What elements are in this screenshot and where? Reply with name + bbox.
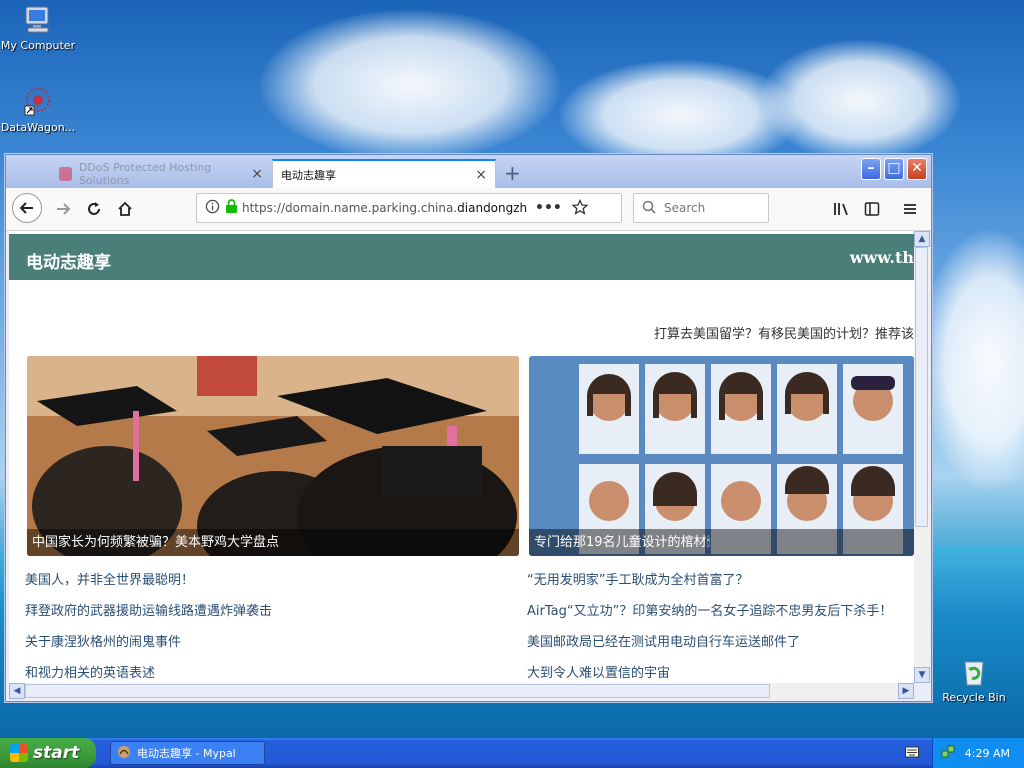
minimize-button[interactable]: – xyxy=(861,158,881,180)
article-list-right: “无用发明家”手工耿成为全村首富了？ AirTag“又立功”？印第安纳的一名女子… xyxy=(527,569,892,683)
library-button[interactable] xyxy=(828,195,856,223)
article-list-left: 美国人，并非全世界最聪明！ 拜登政府的武器援助运输线路遭遇炸弹袭击 关于康涅狄格… xyxy=(25,569,272,683)
forward-arrow-icon xyxy=(57,203,71,215)
article-link[interactable]: “无用发明家”手工耿成为全村首富了？ xyxy=(527,569,892,600)
lock-icon xyxy=(225,199,238,217)
computer-icon xyxy=(22,4,54,36)
tab-label: 电动志趣享 xyxy=(281,168,336,182)
article-link[interactable]: 大到令人难以置信的宇宙 xyxy=(527,662,892,683)
vertical-scrollbar[interactable]: ▲ ▼ xyxy=(914,231,930,683)
windows-logo-icon xyxy=(10,744,28,762)
article-link[interactable]: 美国邮政局已经在测试用电动自行车运送邮件了 xyxy=(527,631,892,662)
network-icon[interactable] xyxy=(941,745,955,762)
info-icon[interactable] xyxy=(205,199,220,217)
browser-window: DDoS Protected Hosting Solutions × 电动志趣享… xyxy=(5,154,932,702)
reload-button[interactable] xyxy=(80,195,108,223)
close-window-button[interactable]: ✕ xyxy=(907,158,927,180)
scroll-right-arrow[interactable]: ▶ xyxy=(898,683,914,699)
datawagon-shortcut-icon xyxy=(22,86,54,118)
desktop-icon-datawagon[interactable]: DataWagon... xyxy=(0,86,78,134)
home-icon xyxy=(118,201,132,216)
scroll-up-arrow[interactable]: ▲ xyxy=(914,231,930,247)
address-bar[interactable]: https://domain.name.parking.china.diando… xyxy=(196,193,622,223)
site-url: www.th xyxy=(849,248,914,267)
search-input[interactable]: Search xyxy=(633,193,769,223)
tab-ddos-hosting[interactable]: DDoS Protected Hosting Solutions × xyxy=(51,159,271,188)
start-button[interactable]: start xyxy=(0,738,96,768)
start-label: start xyxy=(33,743,80,763)
mypal-icon xyxy=(117,745,131,762)
tab-label: DDoS Protected Hosting Solutions xyxy=(78,160,212,187)
hamburger-menu-icon xyxy=(904,204,916,214)
page-content: 电动志趣享 www.th 打算去美国留学？有移民美国的计划？推荐该 中国家长为何… xyxy=(9,231,914,683)
taskbar-item-label: 电动志趣享 - Mypal xyxy=(137,747,236,760)
search-icon xyxy=(642,200,656,217)
desktop-icon-my-computer[interactable]: My Computer xyxy=(0,4,78,52)
search-placeholder: Search xyxy=(664,201,706,215)
taskbar: start 电动志趣享 - Mypal 4:29 AM xyxy=(0,738,1024,768)
promo-link[interactable]: 打算去美国留学？有移民美国的计划？推荐该 xyxy=(654,323,914,342)
menu-button[interactable] xyxy=(896,195,924,223)
bookmark-star-icon[interactable] xyxy=(571,198,589,218)
article-link[interactable]: 关于康涅狄格州的闹鬼事件 xyxy=(25,631,272,662)
desktop-icon-label: DataWagon... xyxy=(0,121,76,134)
article-link[interactable]: 美国人，并非全世界最聪明！ xyxy=(25,569,272,600)
card-caption: 专门给那19名儿童设计的棺材🕯 xyxy=(529,529,914,556)
tab-active[interactable]: 电动志趣享 × xyxy=(272,159,496,188)
system-tray: 4:29 AM xyxy=(932,738,1024,768)
url-text: https://domain.name.parking.china.diando… xyxy=(242,201,527,215)
desktop-icon-label: My Computer xyxy=(0,39,76,52)
taskbar-item-browser[interactable]: 电动志趣享 - Mypal xyxy=(110,741,265,765)
sidebar-button[interactable] xyxy=(858,195,886,223)
scroll-thumb[interactable] xyxy=(25,684,770,698)
forward-button[interactable] xyxy=(49,195,77,223)
feature-card[interactable]: 专门给那19名儿童设计的棺材🕯 xyxy=(529,356,914,556)
scroll-left-arrow[interactable]: ◀ xyxy=(9,683,25,699)
close-tab-icon[interactable]: × xyxy=(475,167,487,183)
keyboard-icon[interactable] xyxy=(905,746,919,761)
back-button[interactable] xyxy=(12,193,42,223)
close-tab-icon[interactable]: × xyxy=(251,166,263,182)
site-title[interactable]: 电动志趣享 xyxy=(26,248,111,273)
navigation-toolbar: https://domain.name.parking.china.diando… xyxy=(6,188,931,231)
clock[interactable]: 4:29 AM xyxy=(965,747,1010,760)
page-actions-icon[interactable]: ••• xyxy=(535,200,562,216)
article-link[interactable]: 和视力相关的英语表述 xyxy=(25,662,272,683)
feature-card[interactable]: 中国家长为何频繁被骗？美本野鸡大学盘点 xyxy=(27,356,519,556)
sidebar-icon xyxy=(864,202,880,216)
graduation-caps-image xyxy=(27,356,519,556)
card-caption: 中国家长为何频繁被骗？美本野鸡大学盘点 xyxy=(27,529,519,556)
horizontal-scrollbar[interactable]: ◀ ▶ xyxy=(9,683,914,699)
desktop-icon-recycle-bin[interactable]: Recycle Bin xyxy=(934,656,1014,704)
article-link[interactable]: AirTag“又立功”？印第安纳的一名女子追踪不忠男友后下杀手！ xyxy=(527,600,892,631)
maximize-button[interactable]: □ xyxy=(884,158,904,180)
reload-icon xyxy=(88,202,100,215)
favicon-icon xyxy=(59,166,72,181)
back-arrow-icon xyxy=(19,202,33,214)
tab-bar: DDoS Protected Hosting Solutions × 电动志趣享… xyxy=(6,155,931,188)
article-link[interactable]: 拜登政府的武器援助运输线路遭遇炸弹袭击 xyxy=(25,600,272,631)
new-tab-button[interactable]: + xyxy=(504,161,521,185)
site-header: 电动志趣享 www.th xyxy=(9,234,914,280)
home-button[interactable] xyxy=(111,195,139,223)
scroll-down-arrow[interactable]: ▼ xyxy=(914,667,930,683)
recycle-bin-icon xyxy=(958,656,990,688)
scroll-thumb[interactable] xyxy=(915,247,928,527)
children-photos-image xyxy=(529,356,914,556)
library-icon xyxy=(834,203,848,216)
desktop-icon-label: Recycle Bin xyxy=(942,691,1006,704)
